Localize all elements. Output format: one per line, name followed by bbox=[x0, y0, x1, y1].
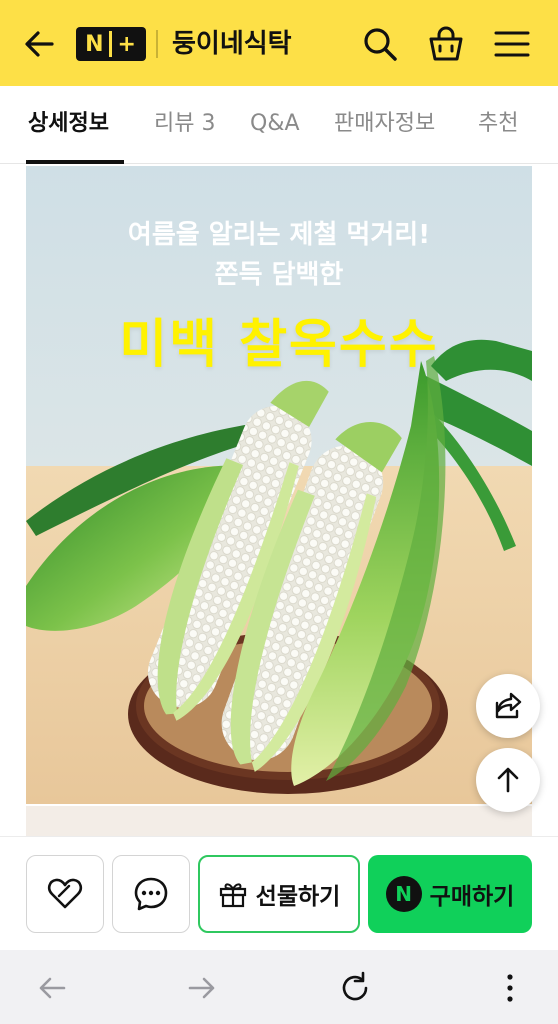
tab-qna[interactable]: Q&A bbox=[250, 108, 300, 140]
browser-toolbar bbox=[0, 950, 558, 1024]
buy-button[interactable]: N 구매하기 bbox=[368, 855, 532, 933]
share-icon bbox=[495, 692, 522, 719]
active-tab-indicator bbox=[26, 160, 124, 164]
chat-button[interactable] bbox=[112, 855, 190, 933]
gift-button[interactable]: 선물하기 bbox=[198, 855, 360, 933]
menu-icon[interactable] bbox=[492, 24, 532, 64]
gift-label: 선물하기 bbox=[255, 884, 341, 910]
detail-tabs: 상세정보 리뷰 3 Q&A 판매자정보 추천 bbox=[0, 86, 558, 164]
buy-label: 구매하기 bbox=[429, 884, 515, 910]
product-image: 여름을 알리는 제철 먹거리! 쫀득 담백한 미백 찰옥수수 bbox=[26, 166, 532, 804]
shopping-bag-icon[interactable] bbox=[426, 24, 466, 64]
store-name[interactable]: 둥이네식탁 bbox=[172, 24, 292, 64]
tab-seller-info[interactable]: 판매자정보 bbox=[334, 108, 435, 140]
tab-detail-info[interactable]: 상세정보 bbox=[28, 108, 109, 140]
back-arrow-icon[interactable] bbox=[20, 24, 60, 64]
next-image-strip bbox=[26, 806, 532, 836]
gift-box-icon bbox=[219, 883, 246, 908]
purchase-action-bar: 선물하기 N 구매하기 bbox=[0, 836, 558, 950]
reload-icon[interactable] bbox=[333, 966, 377, 1010]
heart-icon bbox=[47, 878, 83, 909]
scroll-top-button[interactable] bbox=[476, 748, 540, 812]
logo-separator bbox=[109, 31, 113, 57]
logo-n: N bbox=[85, 31, 105, 57]
logo-plus: + bbox=[117, 31, 137, 57]
naver-pay-badge: N bbox=[385, 876, 422, 912]
chat-bubble-icon bbox=[134, 877, 168, 911]
like-button[interactable] bbox=[26, 855, 104, 933]
search-icon[interactable] bbox=[360, 24, 400, 64]
share-button[interactable] bbox=[476, 674, 540, 738]
app-header: N + 둥이네식탁 bbox=[0, 0, 558, 86]
headline-line-1: 여름을 알리는 제철 먹거리! bbox=[127, 220, 431, 250]
back-icon[interactable] bbox=[30, 966, 74, 1010]
tab-reviews[interactable]: 리뷰 3 bbox=[154, 108, 215, 140]
tab-recommend[interactable]: 추천 bbox=[478, 108, 518, 140]
arrow-up-icon bbox=[497, 767, 519, 793]
headline-main: 미백 찰옥수수 bbox=[119, 315, 439, 375]
page: N + 둥이네식탁 상세정보 리뷰 3 Q&A 판매자정보 추천 여름을 알리는… bbox=[0, 0, 558, 1024]
header-divider bbox=[156, 30, 158, 58]
headline-line-2: 쫀득 담백한 bbox=[214, 260, 344, 290]
more-icon[interactable] bbox=[488, 966, 532, 1010]
naver-plus-logo[interactable]: N + bbox=[76, 27, 146, 61]
forward-icon[interactable] bbox=[180, 966, 224, 1010]
